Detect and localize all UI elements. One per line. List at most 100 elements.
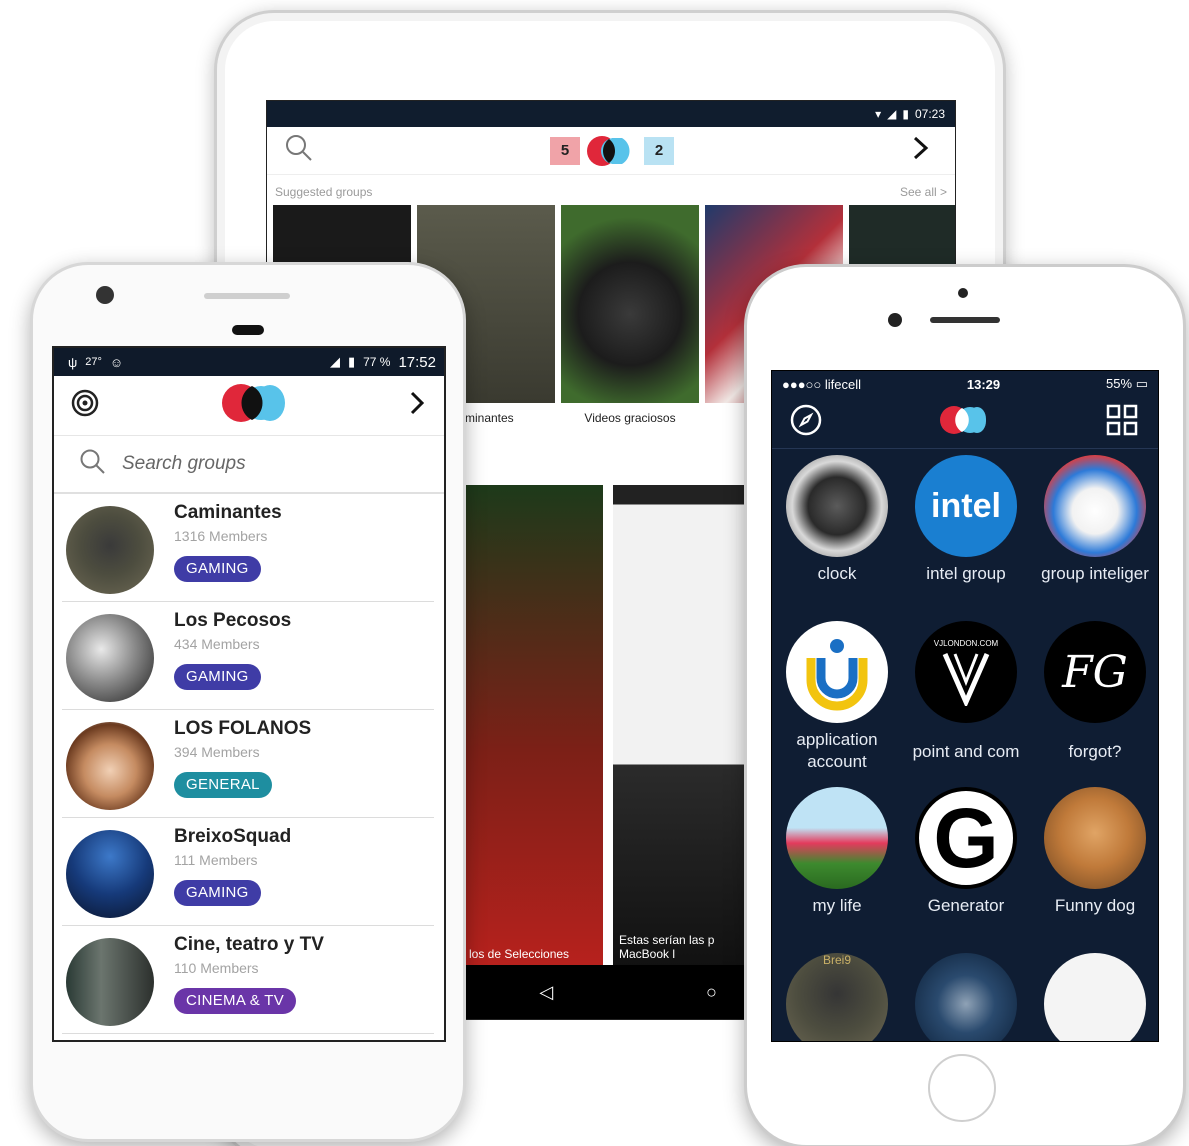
content-tile[interactable]: Estas serían las p MacBook l — [613, 485, 763, 967]
caminantes-avatar: Brei9 — [786, 953, 888, 1041]
list-item[interactable]: Los Pecosos 434 Members GAMING — [62, 602, 434, 710]
group-name: BreixoSquad — [174, 826, 292, 847]
battery: 55% ▭ — [1106, 376, 1148, 391]
temperature: 27° — [85, 356, 102, 368]
v-logo-icon — [942, 652, 990, 706]
my-life-avatar — [786, 787, 888, 889]
iphone-screen: ●●●○○ lifecell 13:29 55% ▭ clock intel i… — [771, 370, 1159, 1042]
generator-avatar: G — [915, 787, 1017, 889]
grid-item[interactable]: my life — [772, 787, 902, 917]
group-name: Los Pecosos — [174, 610, 292, 631]
group-list: Caminantes 1316 Members GAMING Los Pecos… — [54, 494, 444, 1034]
android-time: 17:52 — [398, 353, 436, 371]
grid-item-label: Funny dog — [1054, 896, 1136, 915]
grid-item[interactable]: Brei9 — [772, 953, 902, 1041]
suggested-title: Suggested groups — [275, 185, 373, 199]
wifi-icon: ▾ — [875, 107, 882, 121]
search-input[interactable] — [122, 453, 362, 475]
chevron-right-icon[interactable] — [911, 135, 931, 166]
right-count: 2 — [644, 136, 674, 165]
group-name: Caminantes — [174, 502, 282, 523]
suggested-header: Suggested groups See all > — [267, 175, 955, 205]
grid-item[interactable] — [901, 953, 1031, 1041]
home-button[interactable] — [928, 1054, 996, 1122]
group-name: Cine, teatro y TV — [174, 934, 324, 955]
list-item[interactable]: Cine, teatro y TV 110 Members CINEMA & T… — [62, 926, 434, 1034]
grid-item-label: clock — [817, 564, 857, 583]
grid-item[interactable]: clock — [772, 455, 902, 585]
avatar — [66, 938, 154, 1026]
category-badge: GENERAL — [174, 772, 272, 798]
u-logo-icon — [806, 639, 868, 711]
member-count: 434 Members — [174, 636, 260, 652]
category-badge: GAMING — [174, 556, 261, 582]
fg-avatar: FG — [1044, 621, 1146, 723]
funny-dog-avatar — [1044, 787, 1146, 889]
carrier: ●●●○○ lifecell — [782, 376, 861, 392]
member-count: 110 Members — [174, 960, 259, 976]
app-logo-icon — [938, 404, 990, 441]
target-icon[interactable] — [70, 388, 100, 423]
tile-label: los de Selecciones — [469, 947, 570, 961]
clock-avatar — [786, 455, 888, 557]
list-item[interactable]: LOS FOLANOS 394 Members GENERAL — [62, 710, 434, 818]
grid-item[interactable]: group inteliger — [1030, 455, 1158, 585]
grid-item[interactable]: intel intel group — [901, 455, 1031, 585]
stage: ▾ ◢ ▮ 07:23 5 2 Suggested groups See all… — [0, 0, 1189, 1146]
search-icon[interactable] — [285, 134, 313, 167]
battery-icon: ▭ — [1135, 376, 1148, 391]
chevron-right-icon[interactable] — [408, 390, 426, 421]
grid-icon[interactable] — [1106, 404, 1138, 441]
speaker — [204, 293, 290, 299]
android-screen: ψ 27° ☺ ◢ ▮ 77 % 17:52 Search groups Cam… — [52, 346, 446, 1042]
app-logo-icon — [219, 382, 289, 429]
content-tile[interactable]: los de Selecciones — [463, 485, 603, 967]
grid-item[interactable]: VJLONDON.COM point and com — [901, 621, 1031, 763]
grid-item-label: point and com — [912, 742, 1020, 761]
category-badge: CINEMA & TV — [174, 988, 297, 1014]
battery-percent: 77 % — [363, 355, 391, 369]
compass-icon[interactable] — [790, 404, 822, 441]
math-avatar — [1044, 953, 1146, 1041]
see-all-link[interactable]: See all > — [900, 185, 947, 199]
application-avatar — [786, 621, 888, 723]
speaker — [930, 317, 1000, 323]
member-count: 111 Members — [174, 852, 258, 868]
tile-label: Estas serían las p MacBook l — [619, 933, 715, 961]
avatar — [66, 830, 154, 918]
avatar — [66, 506, 154, 594]
list-item[interactable]: BreixoSquad 111 Members GAMING — [62, 818, 434, 926]
grid-item[interactable] — [1030, 953, 1158, 1041]
signal-icon: ◢ — [887, 107, 897, 121]
grid-item[interactable]: application account — [772, 621, 902, 773]
left-count: 5 — [550, 136, 580, 165]
iphone-top-bar — [772, 397, 1158, 449]
signal-icon: ◢ — [329, 354, 340, 369]
camera-icon — [96, 286, 114, 304]
member-count: 394 Members — [174, 744, 260, 760]
sensor — [232, 325, 264, 335]
vjlondon-avatar: VJLONDON.COM — [915, 621, 1017, 723]
group-intel-avatar — [1044, 455, 1146, 557]
avatar — [66, 722, 154, 810]
grid-item-label: group inteliger — [1041, 564, 1149, 583]
group-name: LOS FOLANOS — [174, 718, 312, 739]
back-icon[interactable]: ◁ — [539, 982, 553, 1003]
grid-item-label: forgot? — [1068, 742, 1122, 761]
grid-item[interactable]: FG forgot? — [1030, 621, 1158, 763]
group-counter: 5 2 — [550, 134, 674, 168]
intel-chip-avatar — [915, 953, 1017, 1041]
grid-item[interactable]: Funny dog — [1030, 787, 1158, 917]
list-item[interactable]: Caminantes 1316 Members GAMING — [62, 494, 434, 602]
android-status-bar: ψ 27° ☺ ◢ ▮ 77 % 17:52 — [54, 348, 444, 376]
android-icon: ☺ — [109, 354, 124, 370]
suggested-image — [561, 205, 699, 403]
member-count: 1316 Members — [174, 528, 268, 544]
tablet-top-bar: 5 2 — [267, 127, 955, 175]
avatar — [66, 614, 154, 702]
iphone-time: 13:29 — [966, 376, 1001, 392]
camera-icon — [958, 288, 968, 298]
grid-item[interactable]: G Generator — [901, 787, 1031, 917]
suggested-card[interactable]: Videos graciosos — [561, 205, 699, 425]
home-icon[interactable]: ○ — [706, 982, 717, 1003]
